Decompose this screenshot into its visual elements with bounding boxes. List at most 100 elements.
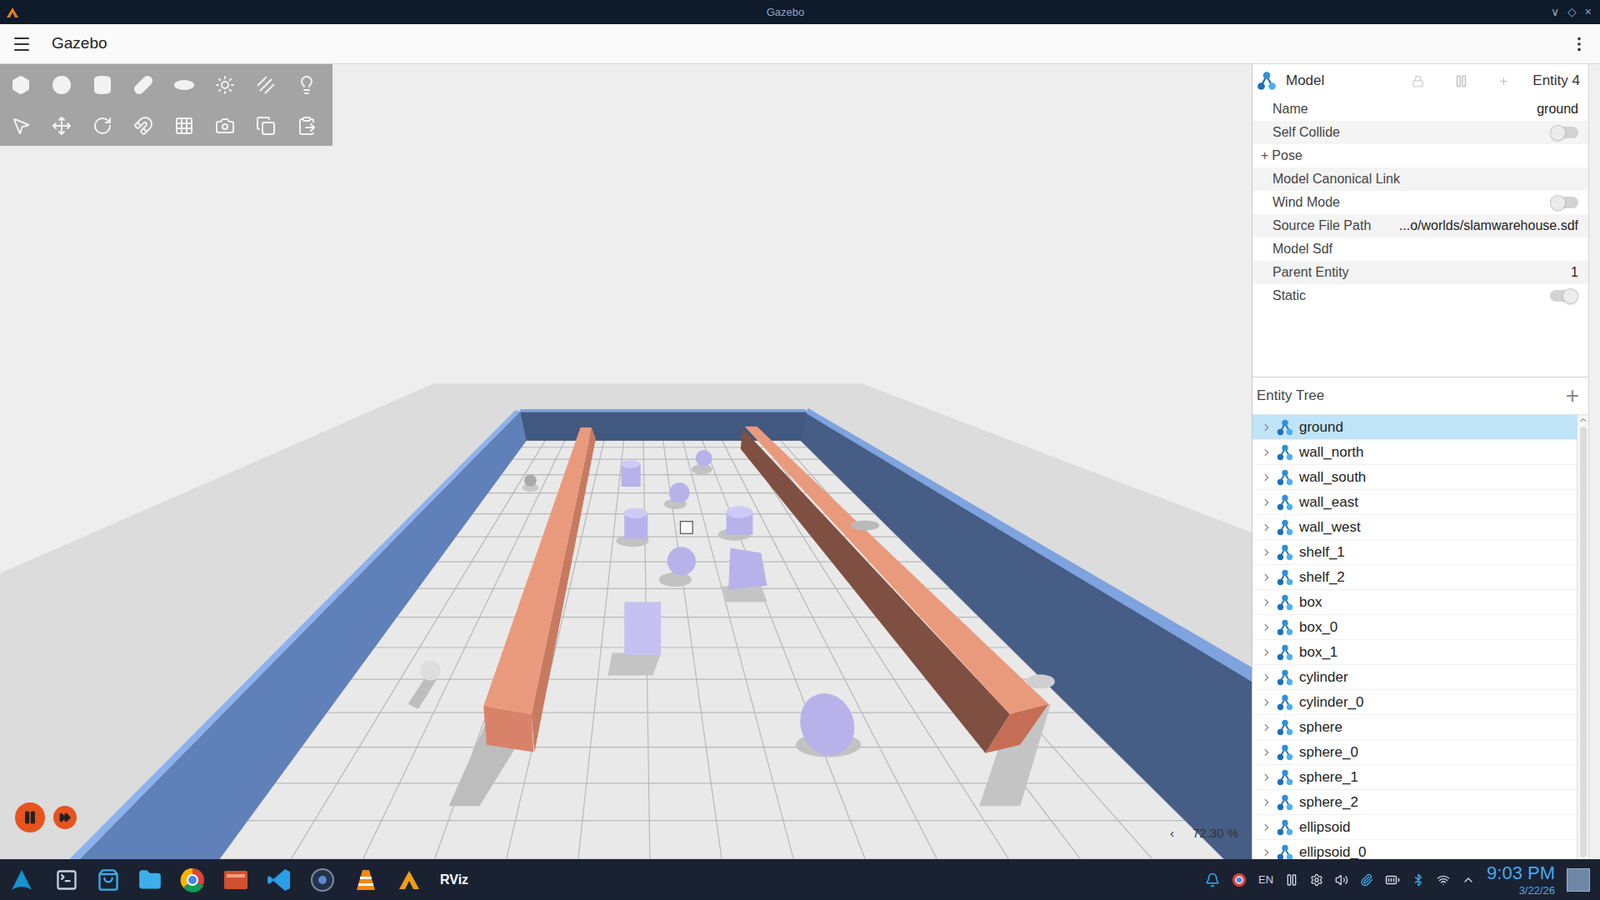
clock[interactable]: 9:03 PM3/22/26	[1486, 861, 1555, 899]
entity-tree-item[interactable]: cylinder	[1252, 665, 1577, 690]
file-manager-icon[interactable]	[138, 868, 162, 892]
entity-tree-item[interactable]: sphere_1	[1252, 765, 1577, 790]
copy-icon[interactable]	[245, 105, 286, 146]
expand-chevron-icon[interactable]	[1260, 771, 1273, 784]
entity-tree-item[interactable]: sphere_0	[1252, 740, 1577, 765]
pause-updates-icon[interactable]	[1454, 74, 1469, 89]
expand-chevron-icon[interactable]	[1260, 796, 1273, 809]
rotate-icon[interactable]	[81, 105, 123, 146]
rviz-icon[interactable]: RViz	[440, 870, 469, 890]
entity-tree-item[interactable]: wall_north	[1252, 440, 1577, 465]
lock-icon[interactable]	[1411, 75, 1425, 88]
scroll-up-icon[interactable]	[1578, 415, 1589, 425]
hamburger-menu-icon[interactable]	[11, 34, 32, 55]
expand-chevron-icon[interactable]	[1260, 421, 1273, 434]
browser-icon[interactable]	[310, 867, 335, 893]
sphere-shape-icon[interactable]	[40, 64, 82, 105]
arch-logo-icon[interactable]	[10, 868, 34, 892]
entity-tree-item[interactable]: sphere_2	[1252, 790, 1577, 815]
inspector-row[interactable]: Static	[1252, 284, 1589, 308]
add-entity-button[interactable]: +	[1565, 384, 1585, 408]
vlc-icon[interactable]	[353, 867, 379, 893]
tree-scrollbar[interactable]	[1576, 415, 1589, 860]
expand-chevron-icon[interactable]	[1260, 596, 1273, 609]
entity-tree-item[interactable]: ellipsoid	[1252, 815, 1577, 840]
entity-tree-item[interactable]: shelf_2	[1252, 565, 1577, 590]
expand-marker[interactable]: +	[1260, 145, 1269, 166]
expand-chevron-icon[interactable]	[1260, 696, 1273, 709]
stats-expand-button[interactable]: ‹	[1170, 824, 1175, 844]
ellipsoid-shape-icon[interactable]	[163, 64, 205, 105]
expand-chevron-icon[interactable]	[1260, 546, 1273, 559]
select-icon[interactable]	[0, 105, 41, 146]
entity-tree-item[interactable]: wall_west	[1252, 515, 1577, 540]
viewport[interactable]: ‹72.30 %	[0, 64, 1252, 860]
grid-icon[interactable]	[163, 105, 205, 146]
media-icon[interactable]	[1285, 873, 1299, 887]
box-shape-icon[interactable]	[0, 64, 41, 105]
app-launcher-icon[interactable]	[223, 868, 249, 892]
volume-icon[interactable]	[1335, 873, 1349, 887]
entity-tree-item[interactable]: ellipsoid_0	[1252, 840, 1577, 860]
inspector-row[interactable]: Wind Mode	[1252, 190, 1589, 215]
entity-tree-item[interactable]: box_1	[1252, 640, 1577, 665]
window-control-button[interactable]: ∨	[1550, 3, 1560, 21]
entity-tree-item[interactable]: cylinder_0	[1252, 690, 1577, 715]
tray-expand-icon[interactable]	[1461, 873, 1475, 887]
point-light-icon[interactable]	[204, 64, 245, 105]
gazebo-taskbar-icon[interactable]	[396, 867, 422, 893]
expand-chevron-icon[interactable]	[1260, 496, 1273, 509]
add-component-icon[interactable]	[1498, 75, 1510, 87]
expand-chevron-icon[interactable]	[1260, 746, 1273, 759]
show-desktop-button[interactable]	[1566, 868, 1590, 892]
cylinder-shape-icon[interactable]	[81, 64, 123, 105]
vscode-icon[interactable]	[266, 867, 292, 893]
notifications-icon[interactable]	[1205, 872, 1220, 888]
store-icon[interactable]	[96, 868, 120, 892]
toggle-switch[interactable]	[1550, 126, 1579, 139]
entity-tree-item[interactable]: box_0	[1252, 615, 1577, 640]
shelf-2[interactable]	[740, 426, 1050, 754]
wifi-icon[interactable]	[1436, 873, 1450, 887]
system-monitor-icon[interactable]	[55, 868, 79, 892]
more-options-icon[interactable]	[1570, 35, 1589, 54]
capsule-shape-icon[interactable]	[122, 64, 164, 105]
entity-tree-item[interactable]: wall_south	[1252, 465, 1577, 490]
expand-chevron-icon[interactable]	[1260, 821, 1273, 834]
clipboard-icon[interactable]	[1360, 873, 1374, 887]
toggle-switch[interactable]	[1550, 196, 1579, 209]
expand-chevron-icon[interactable]	[1260, 721, 1273, 734]
entity-tree-item[interactable]: shelf_1	[1252, 540, 1577, 565]
expand-chevron-icon[interactable]	[1260, 846, 1273, 859]
toggle-switch[interactable]	[1550, 290, 1579, 302]
expand-chevron-icon[interactable]	[1260, 671, 1273, 684]
screenshot-icon[interactable]	[204, 105, 245, 146]
translate-icon[interactable]	[40, 105, 82, 146]
directional-light-icon[interactable]	[245, 64, 286, 105]
window-control-button[interactable]: ◇	[1567, 3, 1577, 21]
step-button[interactable]	[53, 805, 77, 830]
entity-tree-item[interactable]: sphere	[1252, 715, 1577, 740]
scene-objects[interactable]	[408, 450, 1055, 764]
entity-tree-item[interactable]: ground	[1252, 415, 1577, 440]
entity-tree-item[interactable]: box	[1252, 590, 1577, 615]
expand-chevron-icon[interactable]	[1260, 646, 1273, 659]
window-control-button[interactable]: ×	[1585, 3, 1592, 21]
scene-view[interactable]	[0, 64, 1252, 860]
expand-chevron-icon[interactable]	[1260, 471, 1273, 484]
expand-chevron-icon[interactable]	[1260, 621, 1273, 634]
bluetooth-icon[interactable]	[1411, 873, 1425, 887]
paste-icon[interactable]	[285, 105, 327, 146]
inspector-row[interactable]: Self Collide	[1252, 120, 1589, 145]
play-pause-button[interactable]	[15, 802, 45, 833]
chrome-tray-icon[interactable]	[1231, 872, 1247, 888]
keyboard-layout[interactable]: EN	[1258, 871, 1274, 889]
snap-icon[interactable]	[122, 105, 164, 146]
entity-tree-item[interactable]: wall_east	[1252, 490, 1577, 515]
expand-chevron-icon[interactable]	[1260, 446, 1273, 459]
shelf-1[interactable]	[483, 427, 596, 752]
chrome-icon[interactable]	[180, 867, 205, 893]
settings-icon[interactable]	[1310, 873, 1324, 887]
spot-light-icon[interactable]	[285, 64, 327, 105]
battery-icon[interactable]	[1385, 872, 1400, 888]
